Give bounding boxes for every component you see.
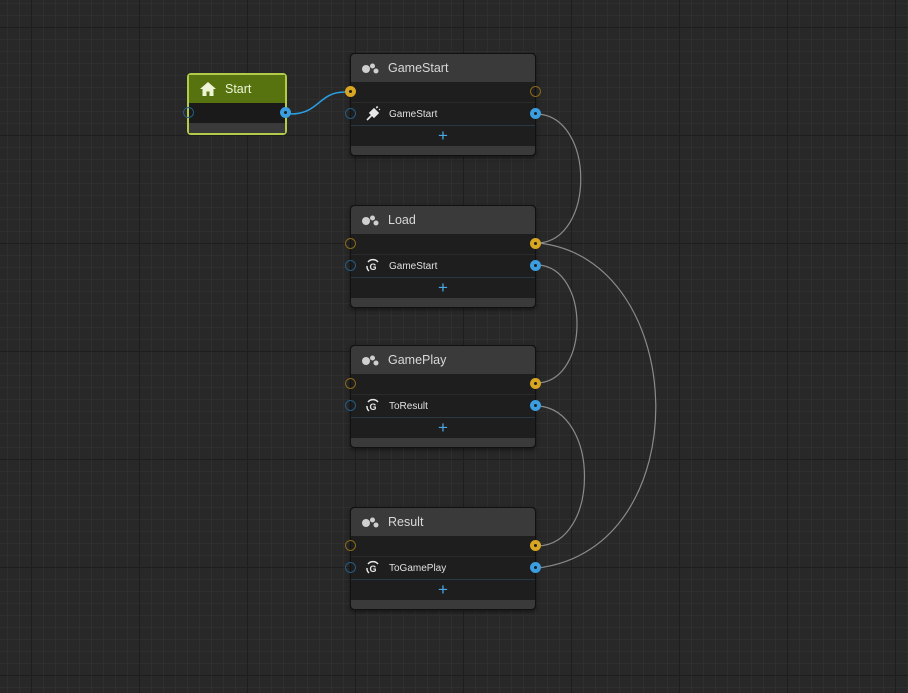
- transition-row[interactable]: G ToGamePlay: [345, 557, 541, 580]
- state-footer: [351, 146, 535, 155]
- flow-input-port[interactable]: [345, 378, 356, 389]
- wire-start-to-gamestart: [289, 91, 346, 115]
- add-transition-row: +: [351, 418, 535, 438]
- transition-input-port[interactable]: [345, 260, 356, 271]
- flow-row: [345, 82, 541, 103]
- transition-label: ToResult: [389, 400, 428, 412]
- transition-output-port[interactable]: [530, 260, 541, 271]
- flow-output-port[interactable]: [530, 86, 541, 97]
- custom-event-icon: G: [366, 258, 379, 272]
- wire-gamestart-to-load: [537, 113, 582, 244]
- wire-gameplay-to-result: [537, 405, 585, 547]
- home-icon: [200, 82, 216, 96]
- start-node-footer: [189, 123, 285, 133]
- state-header[interactable]: Result: [351, 508, 535, 536]
- transition-label: GameStart: [389, 108, 438, 120]
- flow-output-port[interactable]: [530, 540, 541, 551]
- state-footer: [351, 298, 535, 307]
- flow-input-port[interactable]: [345, 238, 356, 249]
- custom-event-icon: G: [366, 560, 379, 574]
- transition-output-port[interactable]: [530, 562, 541, 573]
- state-node-load[interactable]: Load G GameStart +: [345, 205, 541, 308]
- add-transition-button[interactable]: +: [438, 419, 448, 436]
- start-node-header[interactable]: Start: [189, 75, 285, 103]
- flow-row: [345, 234, 541, 255]
- transition-input-port[interactable]: [345, 400, 356, 411]
- state-header[interactable]: Load: [351, 206, 535, 234]
- state-title: GamePlay: [388, 353, 447, 367]
- start-node-body: [183, 103, 291, 123]
- flow-input-port[interactable]: [345, 540, 356, 551]
- flow-row: [345, 374, 541, 395]
- add-transition-row: +: [351, 126, 535, 146]
- state-header[interactable]: GameStart: [351, 54, 535, 82]
- state-footer: [351, 600, 535, 609]
- state-node-gameplay[interactable]: GamePlay G ToResult +: [345, 345, 541, 448]
- wire-load-to-gameplay: [537, 264, 578, 384]
- state-title: Result: [388, 515, 424, 529]
- state-gear-icon: [362, 355, 379, 366]
- flow-output-port[interactable]: [530, 378, 541, 389]
- flow-row: [345, 536, 541, 557]
- svg-text:G: G: [369, 402, 376, 412]
- state-header[interactable]: GamePlay: [351, 346, 535, 374]
- state-gear-icon: [362, 215, 379, 226]
- add-transition-row: +: [351, 278, 535, 298]
- transition-row[interactable]: G ToResult: [345, 395, 541, 418]
- add-transition-row: +: [351, 580, 535, 600]
- transition-label: GameStart: [389, 260, 438, 272]
- custom-event-icon: G: [366, 398, 379, 412]
- svg-text:G: G: [369, 564, 376, 574]
- start-input-port[interactable]: [183, 107, 194, 118]
- transition-input-port[interactable]: [345, 562, 356, 573]
- add-transition-button[interactable]: +: [438, 279, 448, 296]
- transition-row[interactable]: GameStart: [345, 103, 541, 126]
- state-node-result[interactable]: Result G ToGamePlay +: [345, 507, 541, 610]
- state-title: Load: [388, 213, 416, 227]
- start-event-icon: [366, 106, 381, 121]
- state-gear-icon: [362, 517, 379, 528]
- transition-label: ToGamePlay: [389, 562, 447, 574]
- add-transition-button[interactable]: +: [438, 127, 448, 144]
- flow-input-port[interactable]: [345, 86, 356, 97]
- wire-result-to-load: [537, 242, 657, 569]
- state-title: GameStart: [388, 61, 449, 75]
- start-node[interactable]: Start: [183, 73, 291, 135]
- state-gear-icon: [362, 63, 379, 74]
- state-footer: [351, 438, 535, 447]
- flow-output-port[interactable]: [530, 238, 541, 249]
- state-node-gamestart[interactable]: GameStart GameStart +: [345, 53, 541, 156]
- transition-output-port[interactable]: [530, 400, 541, 411]
- svg-text:G: G: [369, 262, 376, 272]
- transition-output-port[interactable]: [530, 108, 541, 119]
- start-node-title: Start: [225, 82, 252, 96]
- add-transition-button[interactable]: +: [438, 581, 448, 598]
- start-output-port[interactable]: [280, 107, 291, 118]
- transition-row[interactable]: G GameStart: [345, 255, 541, 278]
- transition-input-port[interactable]: [345, 108, 356, 119]
